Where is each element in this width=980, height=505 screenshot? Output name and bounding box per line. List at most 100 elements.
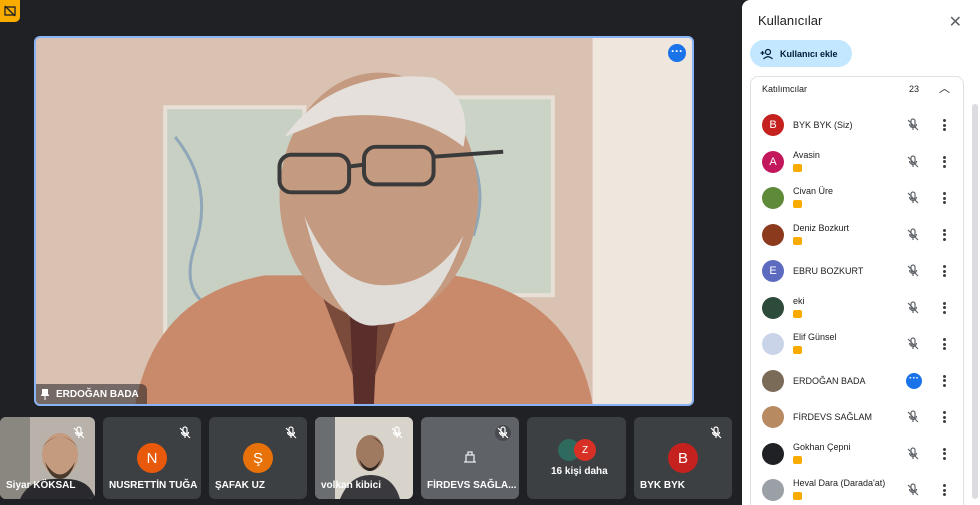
presenting-badge-icon: [793, 236, 802, 245]
mic-off-icon: [495, 425, 511, 441]
participant-name: Deniz Bozkurt: [793, 222, 850, 233]
more-options-icon[interactable]: [939, 263, 949, 279]
participant-name: Gokhan Çepni: [793, 441, 851, 452]
participant-name: Avasin: [793, 149, 820, 160]
presenting-badge-icon: [793, 309, 802, 318]
more-options-icon[interactable]: [939, 482, 949, 498]
participant-row[interactable]: ERDOĞAN BADA ···: [762, 363, 962, 399]
participant-name: FİRDEVS SAĞLAM: [793, 412, 873, 422]
speaker-name-label: ERDOĞAN BADA: [36, 384, 147, 404]
avatar: [762, 187, 784, 209]
add-people-button[interactable]: Kullanıcı ekle: [750, 40, 852, 67]
participant-name: BYK BYK (Siz): [793, 120, 853, 130]
avatar-initial: E: [769, 265, 777, 277]
mic-off-icon[interactable]: [905, 409, 921, 425]
avatar: N: [137, 443, 167, 473]
participant-name: Siyar KÖKSAL: [6, 480, 76, 491]
participant-row[interactable]: Deniz Bozkurt: [762, 217, 962, 253]
mic-off-icon[interactable]: [905, 336, 921, 352]
mic-off-icon: [179, 426, 191, 439]
add-people-label: Kullanıcı ekle: [780, 48, 838, 59]
more-options-icon[interactable]: [939, 409, 949, 425]
chevron-up-icon[interactable]: ︿: [939, 80, 950, 96]
tile-safak-uz[interactable]: Ş ŞAFAK UZ: [209, 417, 307, 499]
mic-off-icon[interactable]: [905, 117, 921, 133]
participant-name: Civan Üre: [793, 186, 834, 196]
tile-nusrettin-tuga[interactable]: N NUSRETTİN TUĞA: [103, 417, 201, 499]
more-options-icon[interactable]: [939, 227, 949, 243]
presenting-badge-icon: [793, 455, 802, 464]
mic-off-icon[interactable]: [905, 190, 921, 206]
participant-count: 23: [909, 84, 920, 94]
participant-name: Heval Dara (Darada'at): [793, 478, 886, 488]
tile-siyar-koksal[interactable]: Siyar KÖKSAL: [0, 417, 95, 499]
speaker-name: ERDOĞAN BADA: [56, 388, 139, 400]
more-options-icon[interactable]: [939, 117, 949, 133]
avatar: [762, 296, 784, 319]
avatar-initial: Z: [581, 444, 589, 456]
mic-off-icon[interactable]: [905, 446, 921, 462]
mic-off-icon[interactable]: [905, 263, 921, 279]
participant-name: Elif Günsel: [793, 332, 837, 342]
tile-more-participants[interactable]: Z 16 kişi daha: [527, 417, 626, 499]
participant-name: eki: [793, 295, 805, 306]
panel-title: Kullanıcılar: [758, 13, 823, 28]
participant-name: NUSRETTİN TUĞA: [109, 480, 198, 491]
people-panel: Kullanıcılar ✕ Kullanıcı ekle Katılımcıl…: [742, 0, 980, 505]
participant-row[interactable]: E EBRU BOZKURT: [762, 253, 962, 289]
mic-off-icon[interactable]: [905, 482, 921, 498]
scrollbar[interactable]: [972, 104, 978, 499]
mic-off-icon[interactable]: [905, 300, 921, 316]
more-options-icon[interactable]: [939, 154, 949, 170]
speaking-indicator-icon: ···: [906, 372, 922, 389]
main-speaker-tile[interactable]: ··· ERDOĞAN BADA: [34, 36, 694, 406]
participant-row[interactable]: A Avasin: [762, 144, 962, 180]
tile-volkan-kibici[interactable]: volkan kibici: [315, 417, 413, 499]
participant-name: volkan kibici: [321, 480, 382, 491]
more-options-icon[interactable]: [939, 336, 949, 352]
mic-off-icon[interactable]: [905, 154, 921, 170]
avatar-initial: N: [146, 449, 158, 467]
section-label: Katılımcılar: [762, 84, 808, 94]
participant-name: EBRU BOZKURT: [793, 266, 864, 276]
more-options-icon[interactable]: [939, 300, 949, 316]
participant-row[interactable]: B BYK BYK (Siz): [762, 107, 962, 143]
participant-row[interactable]: FİRDEVS SAĞLAM: [762, 399, 962, 435]
avatar: [762, 333, 784, 355]
avatar-initial: B: [769, 119, 777, 131]
participant-row[interactable]: eki: [762, 290, 962, 326]
add-person-icon: [760, 48, 773, 59]
more-options-icon[interactable]: [939, 190, 949, 206]
speaker-video: [36, 38, 692, 404]
participant-row[interactable]: Heval Dara (Darada'at): [762, 472, 962, 505]
tile-byk-byk[interactable]: B BYK BYK: [634, 417, 732, 499]
participant-row[interactable]: Gokhan Çepni: [762, 436, 962, 472]
presenting-badge-icon: [793, 492, 802, 500]
avatar-initial: B: [677, 449, 688, 467]
more-options-icon[interactable]: [939, 446, 949, 462]
presenting-badge-icon: [793, 200, 802, 208]
presenting-badge-icon: [793, 346, 802, 354]
participant-name: FİRDEVS SAĞLA...: [427, 480, 517, 491]
participant-row[interactable]: Elif Günsel: [762, 326, 962, 362]
avatar: [762, 369, 784, 392]
close-icon[interactable]: ✕: [949, 12, 962, 32]
tile-firdevs-sagla[interactable]: FİRDEVS SAĞLA...: [421, 417, 519, 499]
mic-off-icon: [73, 426, 85, 439]
tile-options-icon[interactable]: ···: [668, 44, 686, 62]
presenting-badge-icon: [793, 163, 802, 172]
avatar: A: [762, 150, 784, 173]
avatar: [762, 406, 784, 428]
device-icon: [464, 451, 476, 463]
avatar: Z: [574, 439, 596, 461]
participant-name: BYK BYK: [640, 480, 686, 491]
more-options-icon[interactable]: [939, 373, 949, 389]
avatar-initial: A: [769, 155, 777, 168]
participant-row[interactable]: Civan Üre: [762, 180, 962, 216]
avatar: [762, 223, 784, 246]
mic-off-icon[interactable]: [905, 227, 921, 243]
pin-icon: [41, 389, 49, 400]
avatar-initial: Ş: [252, 449, 263, 467]
avatar: B: [762, 114, 784, 136]
avatar: [762, 479, 784, 501]
